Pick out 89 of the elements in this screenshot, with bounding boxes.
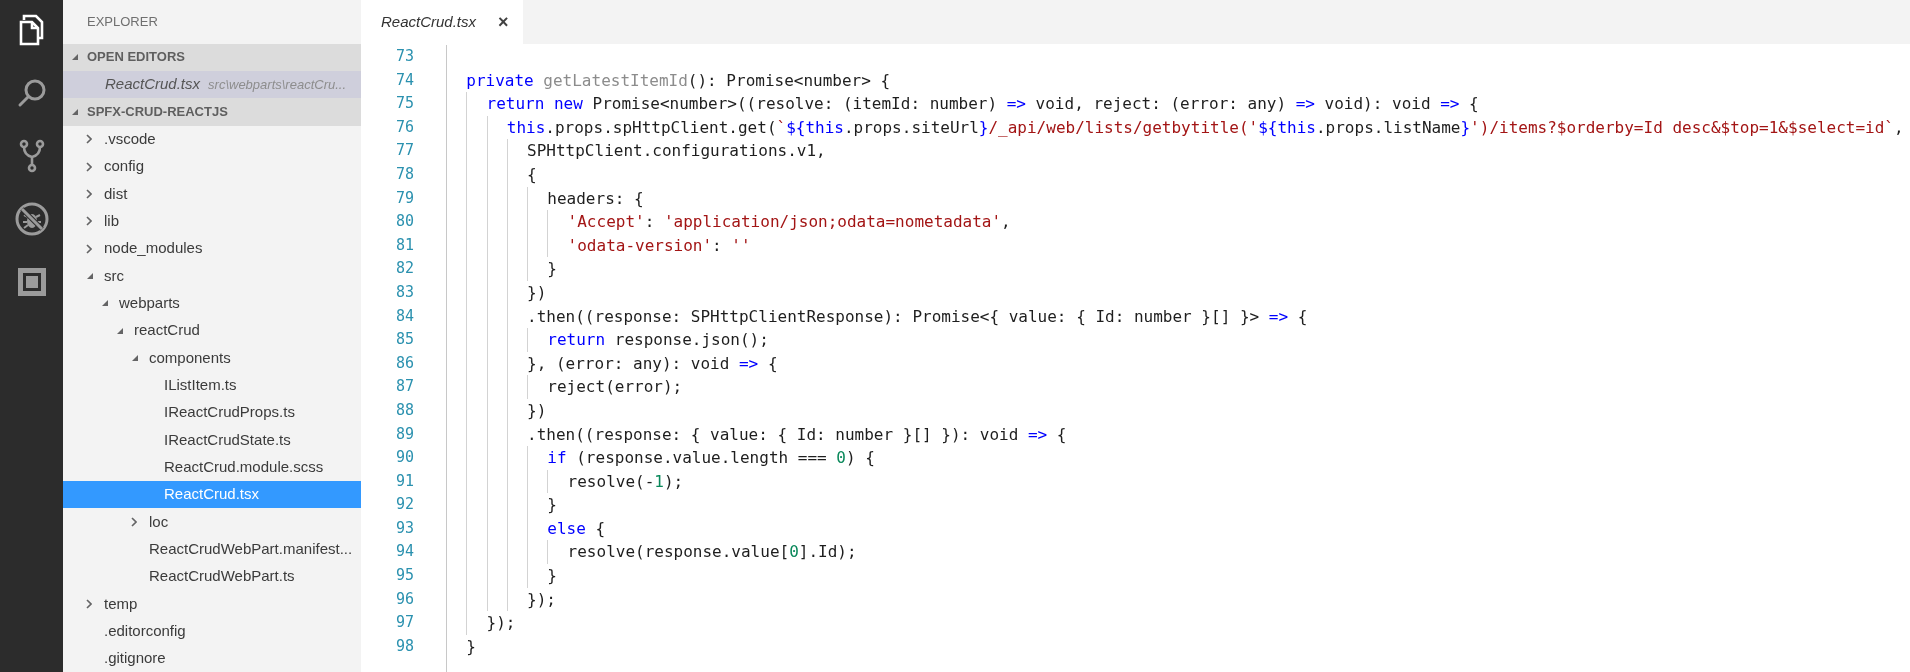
- code-line: resolve(response.value[0].Id);: [567, 541, 857, 564]
- folder-item[interactable]: webparts: [63, 289, 361, 317]
- line-number: 90: [395, 447, 414, 469]
- line-number: 79: [395, 187, 414, 209]
- code-line: .then((response: SPHttpClientResponse): Promise<{ value: { Id: number }[] }> => {: [527, 305, 1308, 328]
- line-number: 73: [395, 46, 414, 67]
- folder-item[interactable]: components: [63, 344, 361, 372]
- line-number: 74: [395, 69, 414, 91]
- code-line: });: [486, 612, 516, 635]
- folder-item[interactable]: .vscode: [63, 125, 361, 153]
- code-line: resolve(-1);: [567, 470, 684, 493]
- folder-item[interactable]: node_modules: [63, 234, 361, 263]
- file-path: src\webparts\reactCru...: [208, 75, 347, 94]
- open-editor-item[interactable]: ReactCrud.tsx src\webparts\reactCru...: [63, 70, 361, 99]
- code-line: }, (error: any): void => {: [527, 352, 778, 375]
- code-line: SPHttpClient.configurations.v1,: [527, 140, 826, 163]
- line-number: 95: [395, 565, 414, 587]
- line-number: 91: [395, 470, 414, 492]
- expanded-arrow-icon: [116, 326, 124, 335]
- expanded-arrow-icon: [131, 353, 139, 362]
- code-line: .then((response: { value: { Id: number }[] }): void => {: [527, 423, 1067, 446]
- line-number: 92: [395, 494, 414, 516]
- code-line: }): [527, 399, 547, 422]
- folder-item[interactable]: loc: [63, 508, 361, 536]
- line-number: 89: [395, 423, 414, 445]
- code-line: private getLatestItemId(): Promise<number> {: [466, 69, 891, 92]
- code-line: else {: [547, 517, 606, 540]
- expanded-arrow-icon: [86, 271, 94, 280]
- file-item[interactable]: ReactCrudWebPart.manifest...: [63, 535, 361, 563]
- code-line: this.props.spHttpClient.get(`${this.props.siteUrl}/_api/web/lists/getbytitle('${this.props.listName}')/items?$orderby=Id desc&$top=1&$select=id`,: [506, 116, 1904, 139]
- folder-item[interactable]: src: [63, 262, 361, 290]
- file-item[interactable]: ReactCrudWebPart.ts: [63, 562, 361, 591]
- file-item[interactable]: IListItem.ts: [63, 371, 361, 399]
- folder-item[interactable]: dist: [63, 180, 361, 208]
- search-icon: [16, 78, 47, 108]
- line-number: 83: [395, 281, 414, 303]
- code-line: }: [547, 494, 557, 517]
- line-number: 76: [395, 116, 414, 138]
- code-line: reject(error);: [547, 376, 683, 399]
- code-line: }: [547, 258, 557, 281]
- file-name: ReactCrud.tsx: [105, 74, 201, 95]
- file-item[interactable]: ReactCrud.module.scss: [63, 453, 361, 481]
- expanded-arrow-icon: [101, 299, 109, 308]
- line-number: 77: [395, 140, 414, 162]
- code-line: 'Accept': 'application/json;odata=nometadata',: [567, 211, 1011, 234]
- line-number: 93: [395, 517, 414, 539]
- file-item[interactable]: IReactCrudProps.ts: [63, 398, 361, 427]
- line-number: 97: [395, 612, 414, 634]
- extensions-icon: [17, 268, 46, 296]
- code-line: return response.json();: [547, 329, 769, 352]
- code-line: }: [466, 635, 476, 658]
- line-number: 86: [395, 352, 414, 374]
- file-item[interactable]: IReactCrudState.ts: [63, 426, 361, 454]
- code-line: if (response.value.length === 0) {: [547, 447, 875, 470]
- code-line: return new Promise<number>((resolve: (itemId: number) => void, reject: (error: any) => void): void => {: [486, 93, 1479, 116]
- files-icon: [17, 14, 46, 46]
- line-number: 96: [395, 588, 414, 610]
- line-number: 82: [395, 258, 414, 280]
- folder-item[interactable]: reactCrud: [63, 316, 361, 345]
- line-number: 84: [395, 305, 414, 327]
- line-number: 88: [395, 399, 414, 421]
- line-number: 78: [395, 163, 414, 185]
- editor-tab[interactable]: ReactCrud.tsx ×: [361, 0, 523, 44]
- sidebar-title: EXPLORER: [87, 13, 158, 32]
- code-line: {: [527, 163, 537, 186]
- line-number: 94: [395, 541, 414, 563]
- code-line: }: [547, 565, 557, 588]
- file-item[interactable]: .editorconfig: [63, 617, 361, 645]
- folder-item[interactable]: config: [63, 152, 361, 181]
- line-number: 81: [395, 234, 414, 256]
- code-line: });: [527, 588, 556, 611]
- expanded-arrow-icon: [71, 107, 79, 116]
- line-number: 75: [395, 93, 414, 115]
- line-number: 85: [395, 329, 414, 351]
- close-button[interactable]: ×: [498, 8, 509, 36]
- code-line: 'odata-version': '': [567, 234, 751, 257]
- branch-icon: [18, 139, 45, 173]
- section-header[interactable]: OPEN EDITORS: [63, 43, 361, 71]
- code-line: }): [527, 281, 547, 304]
- folder-item[interactable]: lib: [63, 207, 361, 235]
- section-header[interactable]: SPFX-CRUD-REACTJS: [63, 98, 361, 126]
- code-line: headers: {: [547, 187, 644, 210]
- folder-item[interactable]: temp: [63, 590, 361, 618]
- line-number: 87: [395, 376, 414, 398]
- file-item[interactable]: .gitignore: [63, 644, 361, 672]
- expanded-arrow-icon: [71, 53, 79, 62]
- line-number: 98: [395, 635, 414, 657]
- line-number: 80: [395, 211, 414, 233]
- debug-icon: [13, 201, 50, 237]
